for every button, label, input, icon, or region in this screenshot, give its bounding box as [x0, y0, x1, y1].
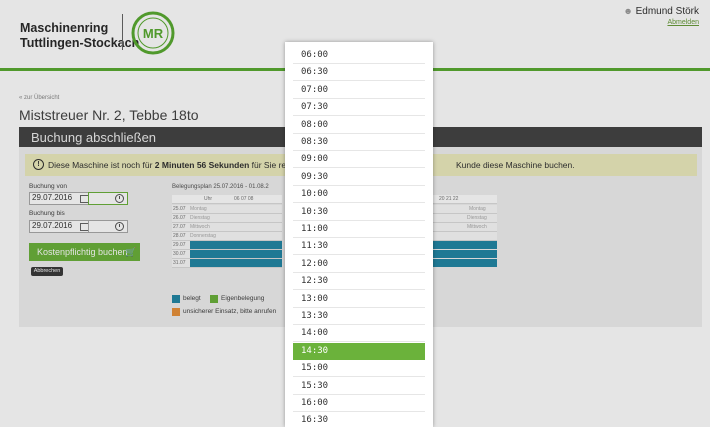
- time-option[interactable]: 14:00: [293, 325, 425, 343]
- time-option[interactable]: 06:30: [293, 64, 425, 82]
- time-option[interactable]: 13:30: [293, 308, 425, 325]
- time-option[interactable]: 08:30: [293, 134, 425, 151]
- time-option[interactable]: 12:00: [293, 256, 425, 273]
- time-option[interactable]: 06:00: [293, 47, 425, 64]
- time-option[interactable]: 11:00: [293, 221, 425, 238]
- time-picker-dropdown[interactable]: 06:00 06:30 07:00 07:30 08:00 08:30 09:00 09:30…: [285, 42, 433, 427]
- time-option[interactable]: 12:30: [293, 273, 425, 291]
- time-option[interactable]: 16:00: [293, 395, 425, 412]
- time-option[interactable]: 08:00: [293, 117, 425, 134]
- time-option[interactable]: 07:00: [293, 82, 425, 99]
- time-option[interactable]: 15:00: [293, 360, 425, 378]
- time-option[interactable]: 13:00: [293, 291, 425, 308]
- time-option[interactable]: 10:00: [293, 186, 425, 204]
- time-option[interactable]: 16:30: [293, 412, 425, 427]
- time-option[interactable]: 14:30: [293, 342, 425, 360]
- time-option[interactable]: 07:30: [293, 99, 425, 117]
- time-option[interactable]: 09:00: [293, 151, 425, 169]
- time-option[interactable]: 15:30: [293, 378, 425, 395]
- time-option[interactable]: 10:30: [293, 204, 425, 221]
- time-option[interactable]: 11:30: [293, 238, 425, 256]
- time-option[interactable]: 09:30: [293, 169, 425, 186]
